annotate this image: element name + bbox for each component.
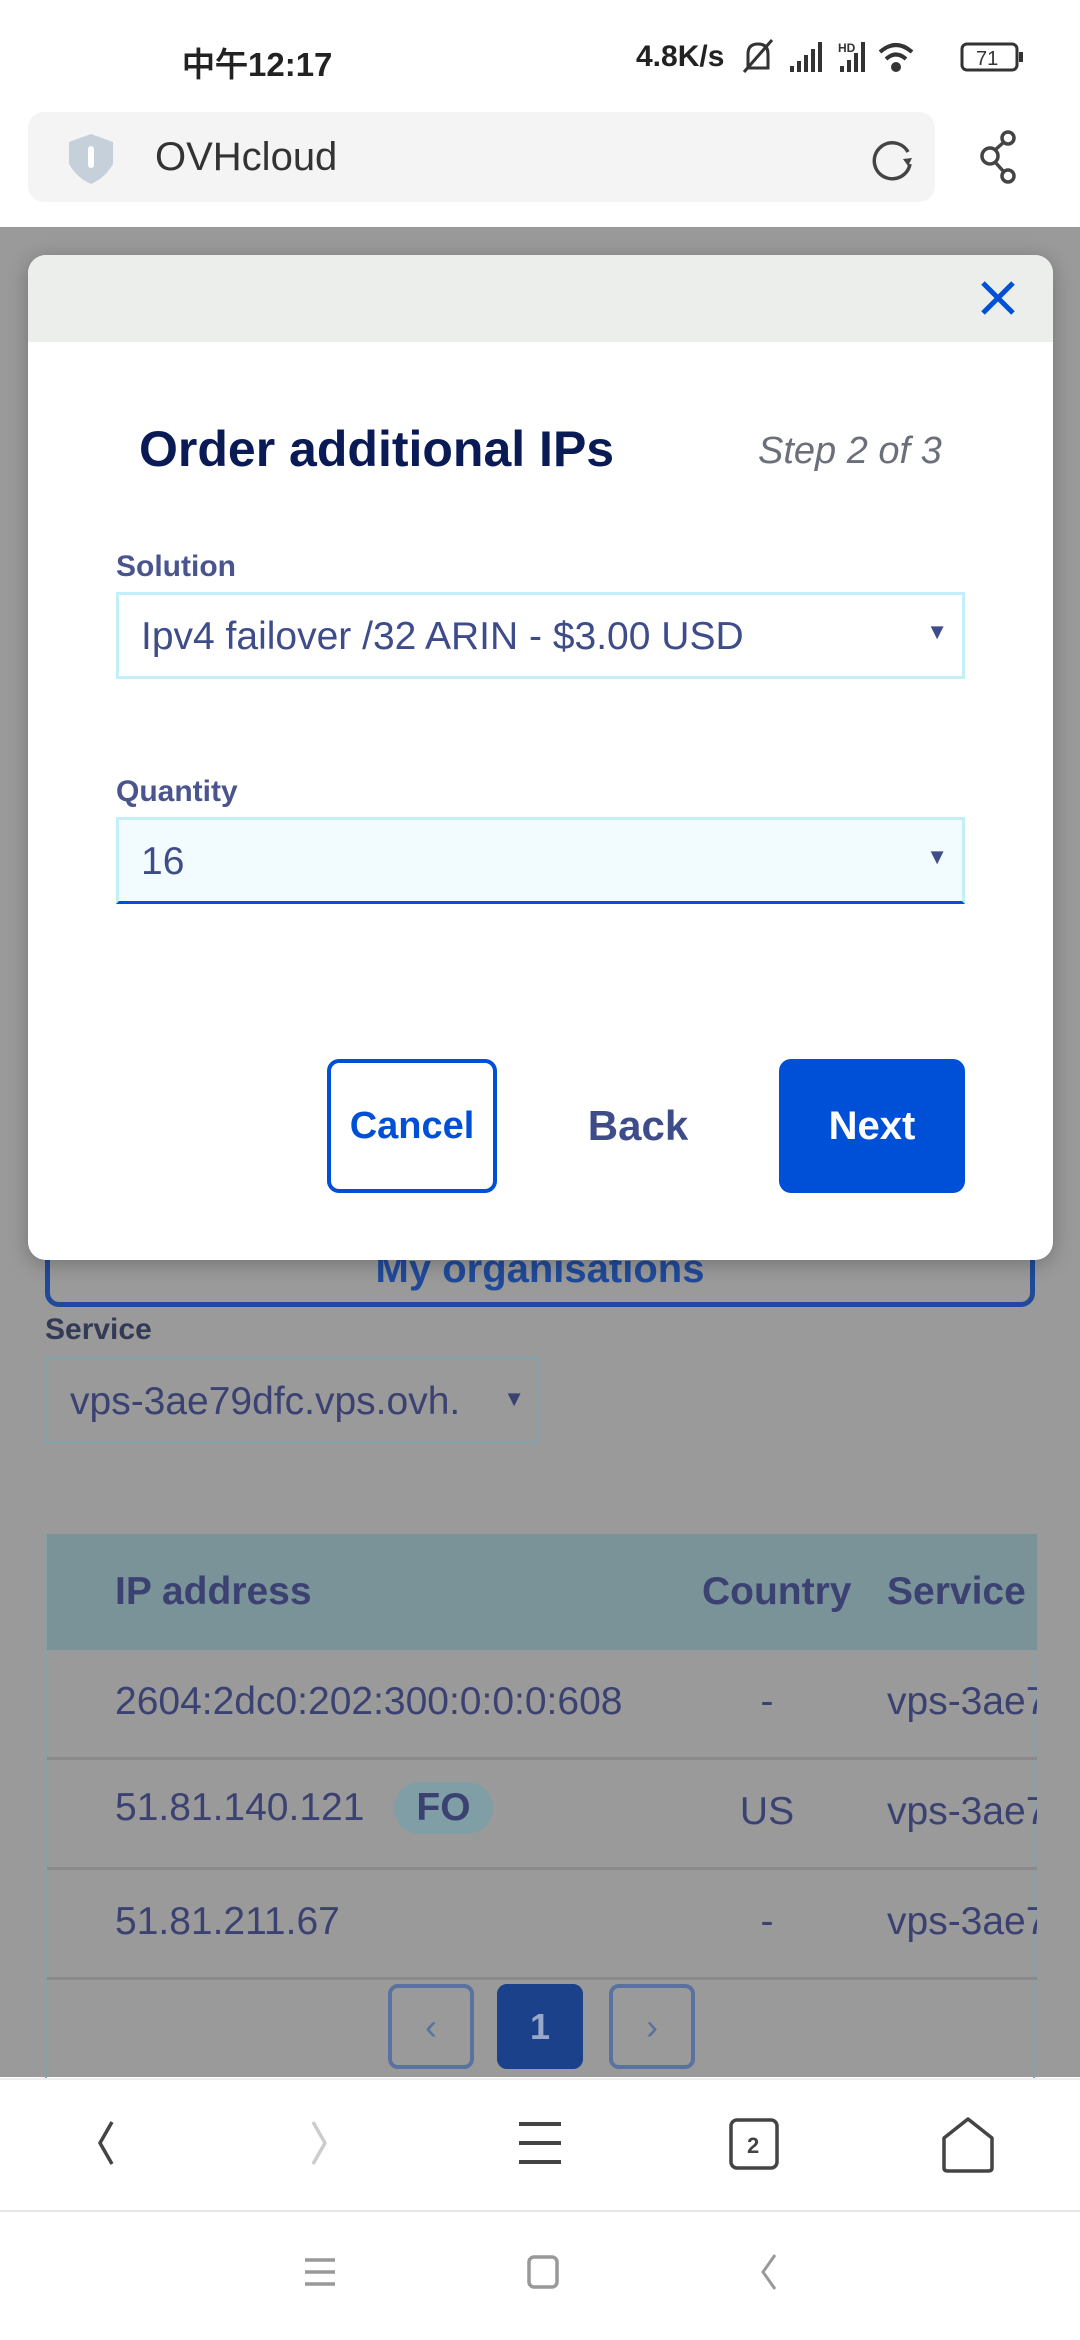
cancel-button[interactable]: Cancel [327, 1059, 497, 1193]
service-cell: vps-3ae79dfc.vps.ovh. [887, 1680, 1037, 1723]
dropdown-arrow-icon: ▼ [926, 619, 948, 644]
ip-cell: 51.81.211.67 [115, 1900, 340, 1943]
service-select[interactable]: vps-3ae79dfc.vps.ovh. ▼ [45, 1357, 540, 1444]
pagination-next-button[interactable]: › [609, 1984, 695, 2069]
service-cell: vps-3ae79dfc.vps.ovh. [887, 1900, 1037, 1943]
home-nav-icon[interactable] [526, 2254, 560, 2290]
quantity-select[interactable]: 16 ▼ [116, 817, 965, 904]
signal-icon [790, 42, 822, 72]
col-ip-address: IP address [115, 1570, 312, 1613]
ip-cell: 51.81.140.121 [115, 1786, 365, 1829]
next-button[interactable]: Next [779, 1059, 965, 1193]
quantity-label: Quantity [116, 775, 238, 808]
col-country: Country [702, 1570, 852, 1613]
mute-bell-icon [742, 39, 774, 73]
browser-toolbar: 2 [0, 2078, 1080, 2208]
table-row[interactable]: 51.81.211.67 - vps-3ae79dfc.vps.ovh. [47, 1870, 1037, 1980]
modal-header [28, 255, 1053, 342]
country-cell: - [760, 1680, 774, 1723]
page-title: OVHcloud [155, 135, 338, 179]
table-row[interactable]: 2604:2dc0:202:300:0:0:0:608 - vps-3ae79d… [47, 1650, 1037, 1760]
status-bar: 中午12:17 4.8K/s HD 71 [0, 0, 1080, 100]
pagination-page-1[interactable]: 1 [497, 1984, 583, 2069]
country-cell: - [760, 1900, 774, 1943]
solution-label: Solution [116, 550, 236, 583]
table-header: IP address Country Service [47, 1534, 1037, 1650]
service-cell: vps-3ae79dfc.vps.ovh. [887, 1790, 1037, 1833]
forward-arrow-icon[interactable] [305, 2118, 335, 2168]
status-icons: HD 71 [742, 39, 1023, 73]
network-speed: 4.8K/s [636, 40, 725, 73]
country-cell: US [739, 1790, 795, 1833]
svg-text:HD: HD [838, 41, 856, 55]
status-time: 中午12:17 [182, 46, 333, 83]
svg-text:2: 2 [747, 2133, 759, 2158]
modal-title: Order additional IPs [139, 421, 615, 477]
share-icon[interactable] [980, 130, 1016, 186]
back-nav-icon[interactable] [757, 2252, 781, 2292]
tabs-icon[interactable]: 2 [728, 2118, 782, 2170]
back-button[interactable]: Back [563, 1059, 713, 1193]
failover-badge: FO [394, 1782, 493, 1834]
table-row[interactable]: 51.81.140.121 FO US vps-3ae79dfc.vps.ovh. [47, 1760, 1037, 1870]
order-ips-modal: Order additional IPs Step 2 of 3 Solutio… [28, 255, 1053, 1260]
svg-text:71: 71 [976, 48, 998, 70]
solution-select[interactable]: Ipv4 failover /32 ARIN - $3.00 USD ▼ [116, 592, 965, 679]
back-arrow-icon[interactable] [90, 2118, 120, 2168]
wifi-icon [878, 43, 914, 72]
step-indicator: Step 2 of 3 [758, 430, 942, 472]
reload-icon[interactable] [868, 134, 918, 184]
solution-value: Ipv4 failover /32 ARIN - $3.00 USD [141, 615, 744, 658]
home-icon[interactable] [940, 2116, 996, 2174]
pagination-prev-button[interactable]: ‹ [388, 1984, 474, 2069]
recents-icon[interactable] [303, 2257, 337, 2287]
battery-icon: 71 [960, 42, 1023, 72]
shield-icon [69, 134, 113, 184]
system-nav-bar [0, 2210, 1080, 2340]
signal-hd-icon: HD [838, 41, 865, 72]
close-icon[interactable] [973, 273, 1023, 323]
dropdown-arrow-icon: ▼ [503, 1386, 525, 1411]
dropdown-arrow-icon: ▼ [926, 844, 948, 869]
service-value: vps-3ae79dfc.vps.ovh. [70, 1380, 461, 1423]
ip-cell: 2604:2dc0:202:300:0:0:0:608 [115, 1680, 623, 1723]
col-service: Service [887, 1570, 1026, 1613]
service-label: Service [45, 1313, 152, 1346]
menu-icon[interactable] [515, 2120, 565, 2166]
quantity-value: 16 [141, 840, 185, 883]
